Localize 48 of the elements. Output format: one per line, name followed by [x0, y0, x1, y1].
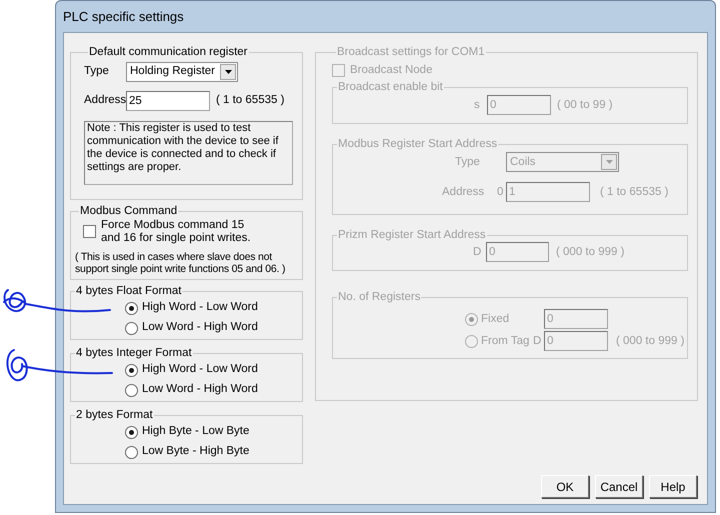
address-label: Address	[84, 93, 126, 108]
group-title: 4 bytes Integer Format	[75, 347, 193, 360]
prefix-label: s	[474, 98, 481, 113]
range-text: ( 000 to 999 )	[556, 244, 624, 260]
dialog-button[interactable]: Cancel	[595, 475, 643, 498]
radio-label: From Tag	[481, 334, 530, 349]
group-title: Broadcast settings for COM1	[336, 46, 486, 59]
radio-button[interactable]	[125, 322, 138, 334]
radio-button[interactable]	[125, 426, 138, 438]
radio-button[interactable]	[125, 302, 138, 314]
input-field[interactable]: 25	[126, 91, 210, 111]
dialog-button[interactable]: OK	[541, 475, 589, 498]
radio-label: Low Byte - High Byte	[142, 444, 250, 460]
range-text: ( 1 to 65535 )	[600, 184, 668, 200]
group-title: No. of Registers	[337, 291, 422, 304]
radio-label: High Word - Low Word	[142, 300, 258, 316]
dropdown[interactable]: Holding Register	[126, 62, 238, 82]
note-text: Note : This register is used to test communication with the device to see if the device is connected and to check if settings are proper.	[84, 121, 293, 185]
dialog-button[interactable]: Help	[649, 475, 697, 498]
radio-label: High Word - Low Word	[142, 362, 258, 378]
prefix-label: D	[533, 334, 542, 349]
type-label: Type	[84, 64, 110, 80]
checkbox-label: Force Modbus command 15 and 16 for single point writes.	[101, 219, 252, 245]
radio-label: High Byte - Low Byte	[142, 424, 250, 440]
range-text: ( 000 to 999 )	[616, 334, 684, 349]
radio-button[interactable]	[125, 384, 138, 396]
address-label: Address	[442, 184, 486, 200]
group-title: Default communication register	[88, 46, 249, 59]
note-text: ( This is used in cases where slave does not support single point write functions 05 and 06. )	[75, 251, 286, 275]
checkbox[interactable]	[83, 225, 96, 238]
prefix-label: 0	[497, 184, 504, 200]
type-label: Type	[455, 154, 481, 170]
radio-button[interactable]	[125, 364, 138, 376]
range-text: ( 1 to 65535 )	[216, 93, 284, 108]
range-text: ( 00 to 99 )	[557, 98, 613, 113]
group-title: Broadcast enable bit	[337, 81, 444, 94]
window-title: PLC specific settings	[63, 8, 184, 26]
group-title: 4 bytes Float Format	[75, 285, 182, 298]
radio-label: Low Word - High Word	[142, 320, 258, 336]
checkbox-label: Broadcast Node	[350, 63, 432, 78]
radio-button[interactable]	[125, 446, 138, 458]
radio-label: Low Word - High Word	[142, 382, 258, 398]
group-title: 2 bytes Format	[75, 409, 154, 422]
prefix-label: D	[473, 244, 482, 260]
group-title: Prizm Register Start Address	[337, 229, 487, 242]
group-title: Modbus Register Start Address	[337, 138, 498, 152]
group-title: Modbus Command	[79, 205, 178, 218]
radio-label: Fixed	[481, 312, 510, 327]
